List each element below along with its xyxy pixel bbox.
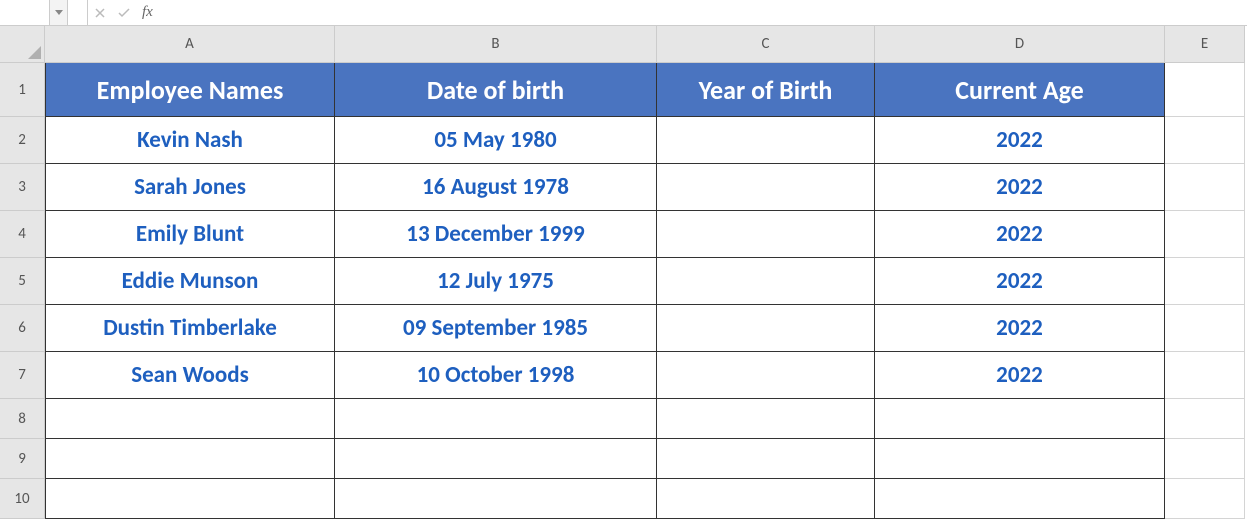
table-row: 5 Eddie Munson 12 July 1975 2022 xyxy=(0,258,1247,305)
cell[interactable] xyxy=(335,439,657,479)
cell[interactable] xyxy=(335,479,657,519)
fx-label[interactable]: fx xyxy=(136,4,159,21)
cell-name[interactable]: Sarah Jones xyxy=(45,164,335,211)
name-box-dropdown[interactable] xyxy=(50,0,68,25)
col-header-C[interactable]: C xyxy=(657,26,875,63)
cell[interactable] xyxy=(1165,63,1245,117)
cell[interactable] xyxy=(45,399,335,439)
cell[interactable] xyxy=(1165,258,1245,305)
cell[interactable] xyxy=(45,439,335,479)
enter-button[interactable] xyxy=(112,0,136,25)
row-header-4[interactable]: 4 xyxy=(0,211,45,258)
row-header-8[interactable]: 8 xyxy=(0,399,45,439)
row-header-5[interactable]: 5 xyxy=(0,258,45,305)
row-header-2[interactable]: 2 xyxy=(0,117,45,164)
row-header-3[interactable]: 3 xyxy=(0,164,45,211)
col-header-A[interactable]: A xyxy=(45,26,335,63)
check-icon xyxy=(118,8,130,18)
row-header-7[interactable]: 7 xyxy=(0,352,45,399)
name-box[interactable] xyxy=(0,0,50,25)
header-employee-names[interactable]: Employee Names xyxy=(45,63,335,117)
cell-dob[interactable]: 16 August 1978 xyxy=(335,164,657,211)
formula-bar: fx xyxy=(0,0,1247,26)
cell[interactable] xyxy=(657,399,875,439)
cell[interactable] xyxy=(45,479,335,519)
col-header-D[interactable]: D xyxy=(875,26,1165,63)
chevron-down-icon xyxy=(55,10,63,15)
select-all-corner[interactable] xyxy=(0,26,45,63)
table-row: 10 xyxy=(0,479,1247,519)
cell-yob[interactable] xyxy=(657,352,875,399)
cell-age[interactable]: 2022 xyxy=(875,117,1165,164)
cell-name[interactable]: Dustin Timberlake xyxy=(45,305,335,352)
cell-name[interactable]: Kevin Nash xyxy=(45,117,335,164)
cell-dob[interactable]: 10 October 1998 xyxy=(335,352,657,399)
cell-yob[interactable] xyxy=(657,305,875,352)
cell[interactable] xyxy=(1165,164,1245,211)
cell[interactable] xyxy=(875,399,1165,439)
formula-input[interactable] xyxy=(159,0,1247,25)
cell-name[interactable]: Eddie Munson xyxy=(45,258,335,305)
table-row: 9 xyxy=(0,439,1247,479)
cell[interactable] xyxy=(1165,211,1245,258)
cell-dob[interactable]: 12 July 1975 xyxy=(335,258,657,305)
cell-dob[interactable]: 09 September 1985 xyxy=(335,305,657,352)
table-row: 7 Sean Woods 10 October 1998 2022 xyxy=(0,352,1247,399)
cell[interactable] xyxy=(875,439,1165,479)
cell-name[interactable]: Emily Blunt xyxy=(45,211,335,258)
table-row: 1 Employee Names Date of birth Year of B… xyxy=(0,63,1247,117)
table-row: 3 Sarah Jones 16 August 1978 2022 xyxy=(0,164,1247,211)
cell[interactable] xyxy=(335,399,657,439)
col-header-B[interactable]: B xyxy=(335,26,657,63)
cell[interactable] xyxy=(1165,305,1245,352)
header-year-of-birth[interactable]: Year of Birth xyxy=(657,63,875,117)
cell[interactable] xyxy=(1165,439,1245,479)
row-header-9[interactable]: 9 xyxy=(0,439,45,479)
cell-dob[interactable]: 05 May 1980 xyxy=(335,117,657,164)
cell[interactable] xyxy=(657,479,875,519)
cell[interactable] xyxy=(875,479,1165,519)
cell-dob[interactable]: 13 December 1999 xyxy=(335,211,657,258)
cell[interactable] xyxy=(1165,352,1245,399)
cell-yob[interactable] xyxy=(657,117,875,164)
table-row: 4 Emily Blunt 13 December 1999 2022 xyxy=(0,211,1247,258)
cell-yob[interactable] xyxy=(657,211,875,258)
header-current-age[interactable]: Current Age xyxy=(875,63,1165,117)
divider xyxy=(68,0,88,25)
cell-yob[interactable] xyxy=(657,164,875,211)
cell-age[interactable]: 2022 xyxy=(875,258,1165,305)
spreadsheet-grid: A B C D E 1 Employee Names Date of birth… xyxy=(0,26,1247,519)
row-header-1[interactable]: 1 xyxy=(0,63,45,117)
cancel-button[interactable] xyxy=(88,0,112,25)
cell-age[interactable]: 2022 xyxy=(875,305,1165,352)
cell-age[interactable]: 2022 xyxy=(875,164,1165,211)
row-header-10[interactable]: 10 xyxy=(0,479,45,519)
table-row: 8 xyxy=(0,399,1247,439)
cell[interactable] xyxy=(657,439,875,479)
header-date-of-birth[interactable]: Date of birth xyxy=(335,63,657,117)
x-icon xyxy=(95,8,105,18)
cell-age[interactable]: 2022 xyxy=(875,352,1165,399)
table-row: 2 Kevin Nash 05 May 1980 2022 xyxy=(0,117,1247,164)
row-header-6[interactable]: 6 xyxy=(0,305,45,352)
cell-name[interactable]: Sean Woods xyxy=(45,352,335,399)
col-header-E[interactable]: E xyxy=(1165,26,1245,63)
cell[interactable] xyxy=(1165,117,1245,164)
table-row: 6 Dustin Timberlake 09 September 1985 20… xyxy=(0,305,1247,352)
cell-yob[interactable] xyxy=(657,258,875,305)
cell[interactable] xyxy=(1165,399,1245,439)
cell[interactable] xyxy=(1165,479,1245,519)
column-headers: A B C D E xyxy=(45,26,1247,63)
cell-age[interactable]: 2022 xyxy=(875,211,1165,258)
